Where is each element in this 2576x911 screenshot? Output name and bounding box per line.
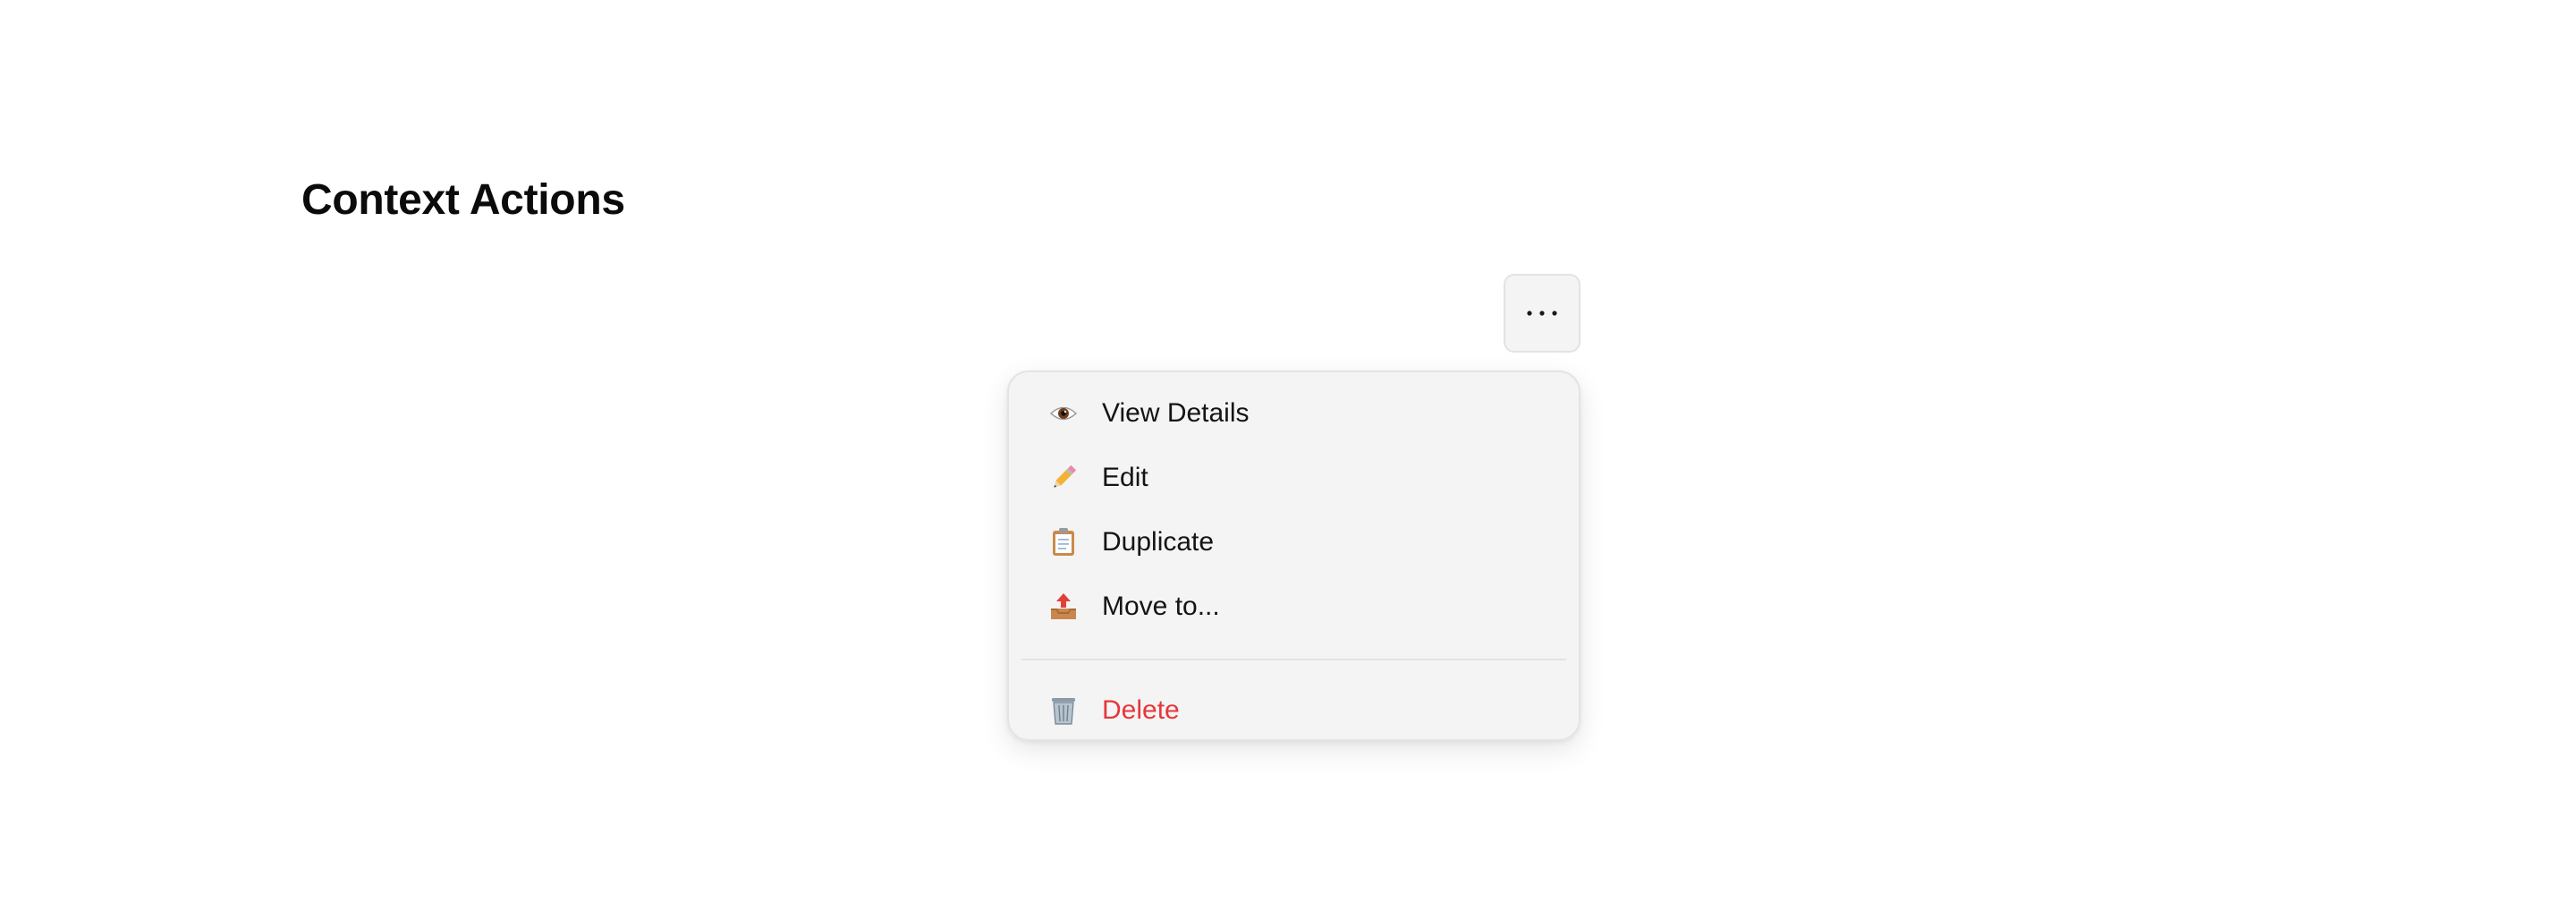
eye-icon — [1048, 398, 1079, 429]
menu-item-label: Delete — [1102, 695, 1180, 725]
menu-item-label: View Details — [1102, 398, 1250, 428]
wastebasket-icon — [1048, 695, 1079, 726]
menu-item-move-to[interactable]: Move to... — [1021, 575, 1566, 639]
more-actions-button[interactable] — [1504, 274, 1580, 353]
context-menu: View Details Edit Duplicate Move to... D… — [1007, 370, 1580, 741]
menu-item-label: Edit — [1102, 463, 1148, 492]
menu-item-view-details[interactable]: View Details — [1021, 381, 1566, 446]
menu-item-edit[interactable]: Edit — [1021, 446, 1566, 510]
menu-item-delete[interactable]: Delete — [1021, 678, 1566, 743]
menu-item-label: Duplicate — [1102, 527, 1215, 557]
menu-item-duplicate[interactable]: Duplicate — [1021, 510, 1566, 575]
page-title: Context Actions — [301, 176, 625, 224]
outbox-tray-icon — [1048, 592, 1079, 622]
ellipsis-icon — [1527, 311, 1557, 316]
menu-item-label: Move to... — [1102, 592, 1220, 621]
clipboard-icon — [1048, 527, 1079, 558]
pencil-icon — [1048, 463, 1079, 493]
menu-separator — [1021, 659, 1566, 660]
